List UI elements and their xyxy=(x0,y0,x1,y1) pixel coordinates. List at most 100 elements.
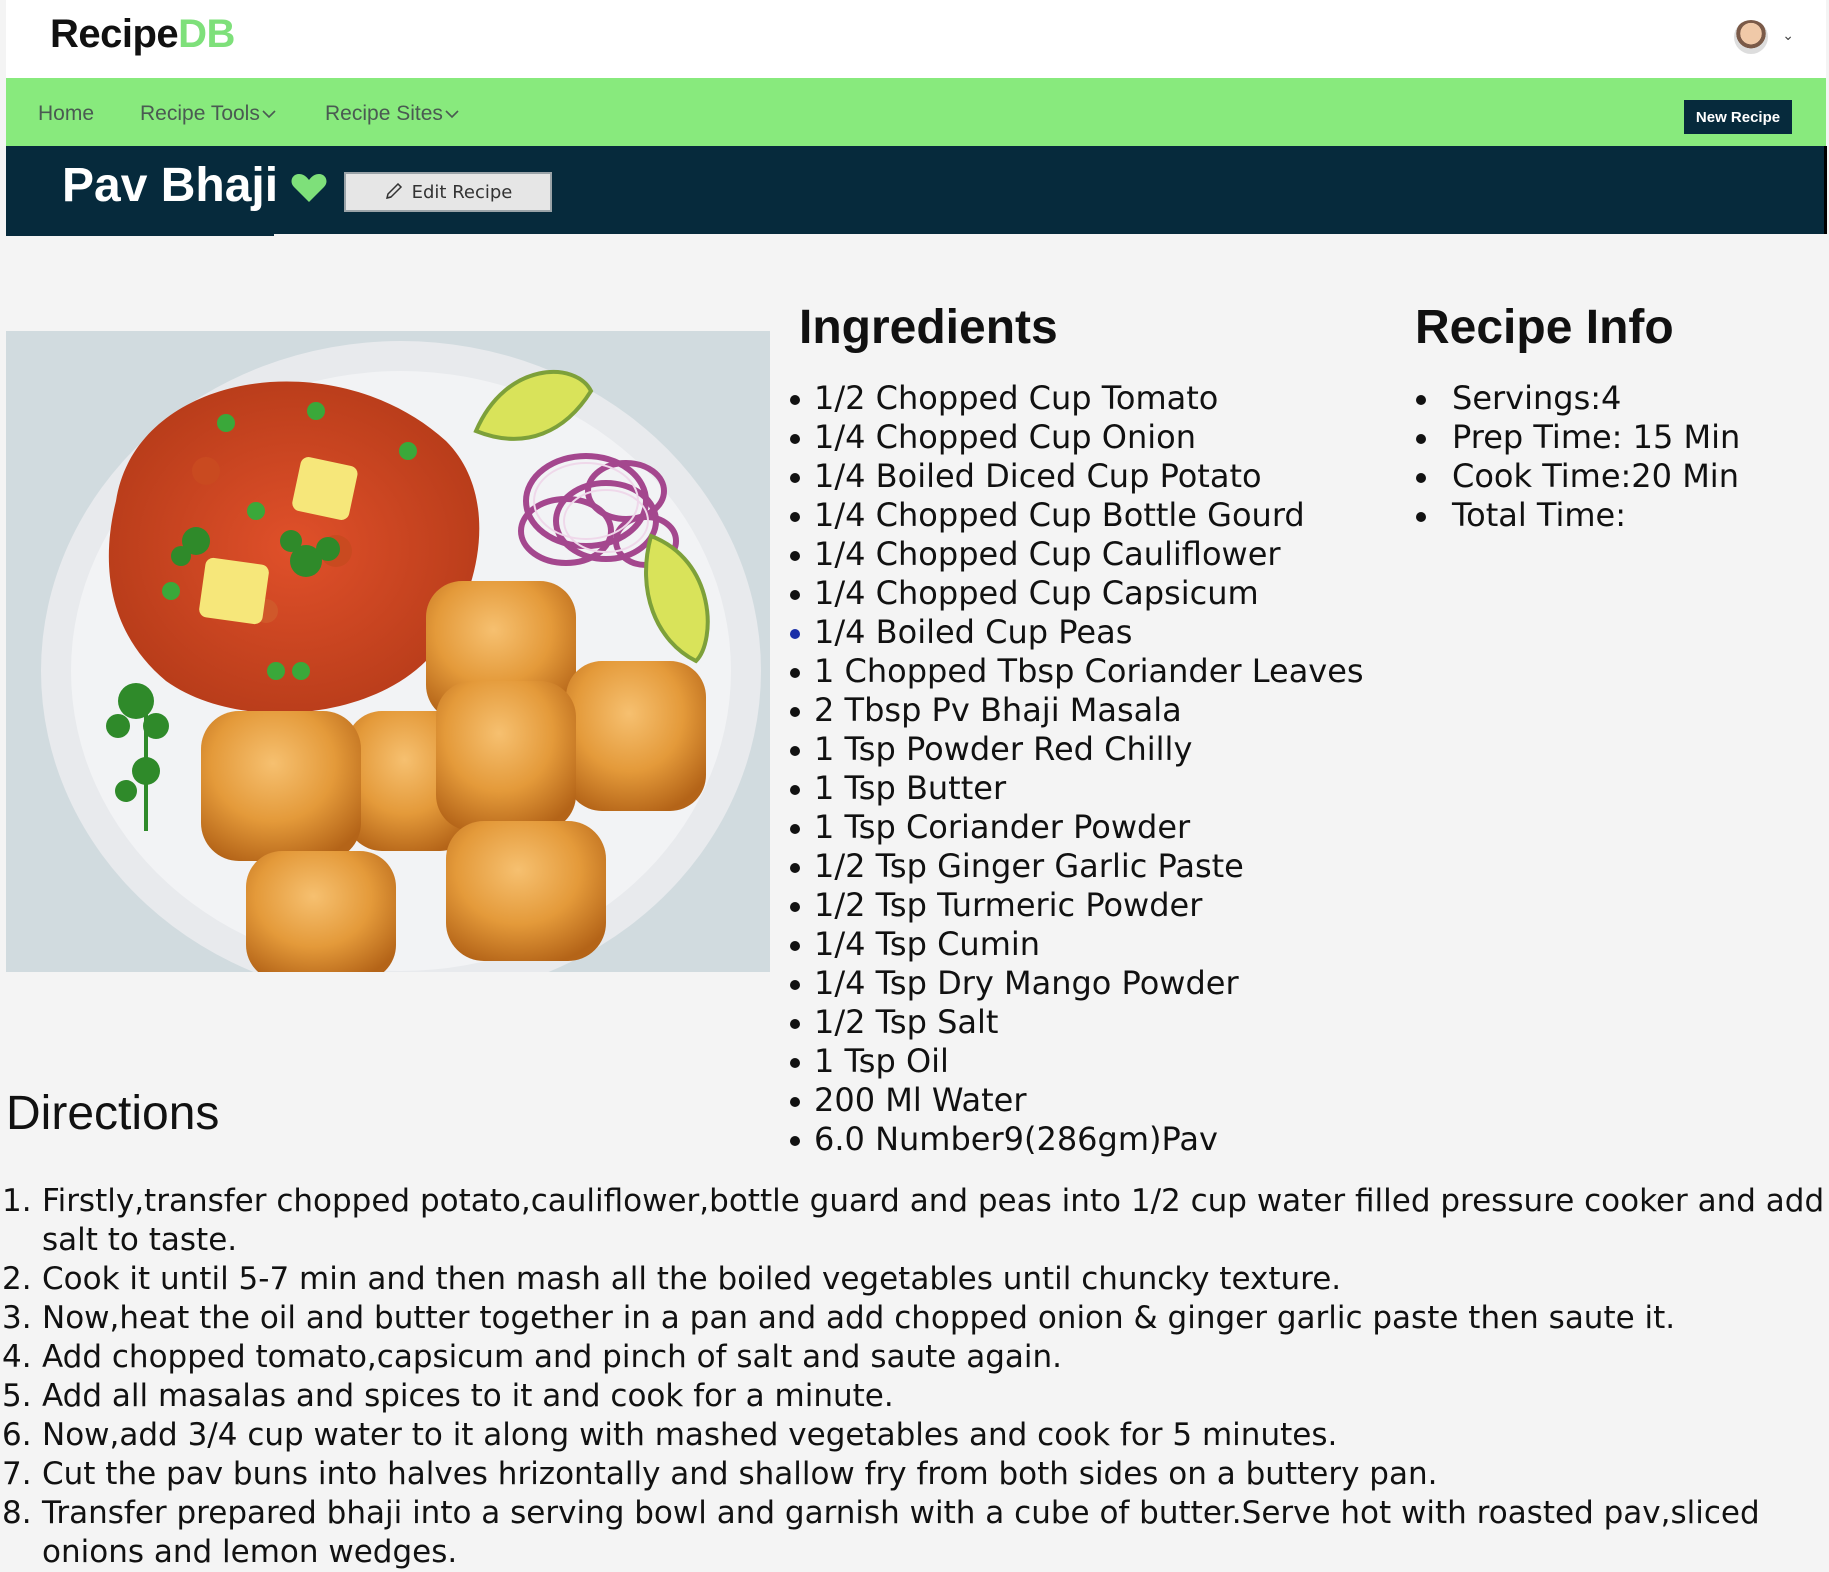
heart-icon[interactable] xyxy=(290,172,328,204)
edit-recipe-label: Edit Recipe xyxy=(411,181,513,203)
list-item: 2 Tbsp Pv Bhaji Masala xyxy=(790,691,1364,730)
bullet-icon xyxy=(790,434,800,444)
pencil-icon xyxy=(385,183,402,200)
bullet-icon xyxy=(790,1019,800,1029)
logo-text: Recipe xyxy=(50,12,179,56)
ingredient-text: 1 Tsp Powder Red Chilly xyxy=(814,730,1193,768)
main-nav: Home Recipe Tools Recipe Sites New Recip… xyxy=(6,78,1826,146)
list-item: 5. Add all masalas and spices to it and c… xyxy=(0,1377,1829,1416)
top-header: RecipeDB ⌄ xyxy=(6,0,1826,78)
bullet-icon xyxy=(1416,473,1426,483)
step-number: 3. xyxy=(2,1300,32,1336)
nav-recipe-tools[interactable]: Recipe Tools xyxy=(140,102,276,126)
list-item: 1 Chopped Tbsp Coriander Leaves xyxy=(790,652,1364,691)
ingredient-text: 1/4 Chopped Cup Capsicum xyxy=(814,574,1259,612)
nav-recipe-sites[interactable]: Recipe Sites xyxy=(325,102,459,126)
bullet-icon xyxy=(790,473,800,483)
bullet-icon xyxy=(790,1136,800,1146)
step-number: 8. xyxy=(2,1495,32,1531)
bullet-icon xyxy=(1416,395,1426,405)
ingredient-text: 1 Tsp Oil xyxy=(814,1042,949,1080)
list-item: Servings:4 xyxy=(1416,379,1740,418)
ingredient-text: 1/2 Chopped Cup Tomato xyxy=(814,379,1219,417)
bullet-icon xyxy=(790,395,800,405)
list-item: 1. Firstly,transfer chopped potato,caulif… xyxy=(0,1182,1829,1260)
list-item: 1/2 Tsp Ginger Garlic Paste xyxy=(790,847,1364,886)
step-text: Firstly,transfer chopped potato,cauliflo… xyxy=(42,1183,1825,1258)
bullet-icon xyxy=(790,629,800,639)
ingredient-text: 1 Chopped Tbsp Coriander Leaves xyxy=(814,652,1364,690)
info-text: Cook Time:20 Min xyxy=(1452,457,1739,495)
nav-home[interactable]: Home xyxy=(38,102,94,126)
step-number: 7. xyxy=(2,1456,32,1492)
bullet-icon xyxy=(790,824,800,834)
edit-recipe-button[interactable]: Edit Recipe xyxy=(344,172,552,212)
list-item: 1 Tsp Powder Red Chilly xyxy=(790,730,1364,769)
list-item: 1 Tsp Butter xyxy=(790,769,1364,808)
list-item: 1/4 Tsp Dry Mango Powder xyxy=(790,964,1364,1003)
pav-bhaji-illustration xyxy=(6,331,770,972)
ingredient-text: 1 Tsp Butter xyxy=(814,769,1007,807)
ingredients-list: 1/2 Chopped Cup Tomato 1/4 Chopped Cup O… xyxy=(790,379,1364,1159)
list-item: Total Time: xyxy=(1416,496,1740,535)
title-underline xyxy=(6,233,274,236)
step-text: Now,heat the oil and butter together in … xyxy=(42,1300,1676,1336)
bullet-icon xyxy=(790,707,800,717)
info-text: Prep Time: 15 Min xyxy=(1452,418,1741,456)
ingredient-text: 1/4 Boiled Diced Cup Potato xyxy=(814,457,1262,495)
nav-recipe-tools-label: Recipe Tools xyxy=(140,102,260,125)
list-item: 7. Cut the pav buns into halves hrizontal… xyxy=(0,1455,1829,1494)
bullet-icon xyxy=(790,1097,800,1107)
list-item: 1/4 Tsp Cumin xyxy=(790,925,1364,964)
recipe-info-list: Servings:4 Prep Time: 15 Min Cook Time:2… xyxy=(1416,379,1740,535)
ingredient-text: 2 Tbsp Pv Bhaji Masala xyxy=(814,691,1182,729)
bullet-icon xyxy=(790,980,800,990)
bullet-icon xyxy=(790,551,800,561)
step-number: 5. xyxy=(2,1378,32,1414)
step-number: 1. xyxy=(2,1183,32,1219)
bullet-icon xyxy=(790,668,800,678)
user-avatar[interactable] xyxy=(1734,20,1768,54)
ingredient-text: 1/4 Boiled Cup Peas xyxy=(814,613,1133,651)
info-text: Total Time: xyxy=(1452,496,1626,534)
directions-heading: Directions xyxy=(6,1087,220,1140)
ingredient-text: 1/2 Tsp Salt xyxy=(814,1003,999,1041)
ingredient-text: 1/2 Tsp Ginger Garlic Paste xyxy=(814,847,1244,885)
chevron-down-icon xyxy=(445,110,459,119)
list-item: 2. Cook it until 5-7 min and then mash al… xyxy=(0,1260,1829,1299)
logo-accent-text: DB xyxy=(178,12,235,56)
step-text: Cook it until 5-7 min and then mash all … xyxy=(42,1261,1342,1297)
bullet-icon xyxy=(790,941,800,951)
ingredient-text: 1/4 Chopped Cup Onion xyxy=(814,418,1196,456)
list-item: 8. Transfer prepared bhaji into a serving… xyxy=(0,1494,1829,1572)
recipe-info-heading: Recipe Info xyxy=(1415,301,1674,354)
list-item: 1/4 Chopped Cup Onion xyxy=(790,418,1364,457)
step-text: Now,add 3/4 cup water to it along with m… xyxy=(42,1417,1338,1453)
list-item: 200 Ml Water xyxy=(790,1081,1364,1120)
ingredient-text: 1/2 Tsp Turmeric Powder xyxy=(814,886,1203,924)
list-item: 1/4 Chopped Cup Bottle Gourd xyxy=(790,496,1364,535)
bullet-icon xyxy=(790,902,800,912)
step-text: Add all masalas and spices to it and coo… xyxy=(42,1378,894,1414)
list-item: 6.0 Number9(286gm)Pav xyxy=(790,1120,1364,1159)
list-item: 1/4 Boiled Diced Cup Potato xyxy=(790,457,1364,496)
bullet-icon xyxy=(790,746,800,756)
bullet-icon xyxy=(790,590,800,600)
ingredient-text: 1/4 Chopped Cup Cauliflower xyxy=(814,535,1281,573)
list-item: 3. Now,heat the oil and butter together i… xyxy=(0,1299,1829,1338)
directions-list: 1. Firstly,transfer chopped potato,caulif… xyxy=(0,1182,1829,1572)
list-item: 1 Tsp Coriander Powder xyxy=(790,808,1364,847)
list-item: 1/4 Boiled Cup Peas xyxy=(790,613,1364,652)
bullet-icon xyxy=(790,512,800,522)
site-logo[interactable]: RecipeDB xyxy=(50,12,235,57)
list-item: 1/4 Chopped Cup Cauliflower xyxy=(790,535,1364,574)
ingredient-text: 1/4 Chopped Cup Bottle Gourd xyxy=(814,496,1305,534)
step-text: Cut the pav buns into halves hrizontally… xyxy=(42,1456,1438,1492)
step-number: 4. xyxy=(2,1339,32,1375)
chevron-down-icon[interactable]: ⌄ xyxy=(1782,28,1794,44)
step-text: Transfer prepared bhaji into a serving b… xyxy=(42,1495,1760,1570)
bullet-icon xyxy=(790,863,800,873)
ingredient-text: 6.0 Number9(286gm)Pav xyxy=(814,1120,1218,1158)
step-number: 6. xyxy=(2,1417,32,1453)
new-recipe-button[interactable]: New Recipe xyxy=(1684,100,1792,134)
